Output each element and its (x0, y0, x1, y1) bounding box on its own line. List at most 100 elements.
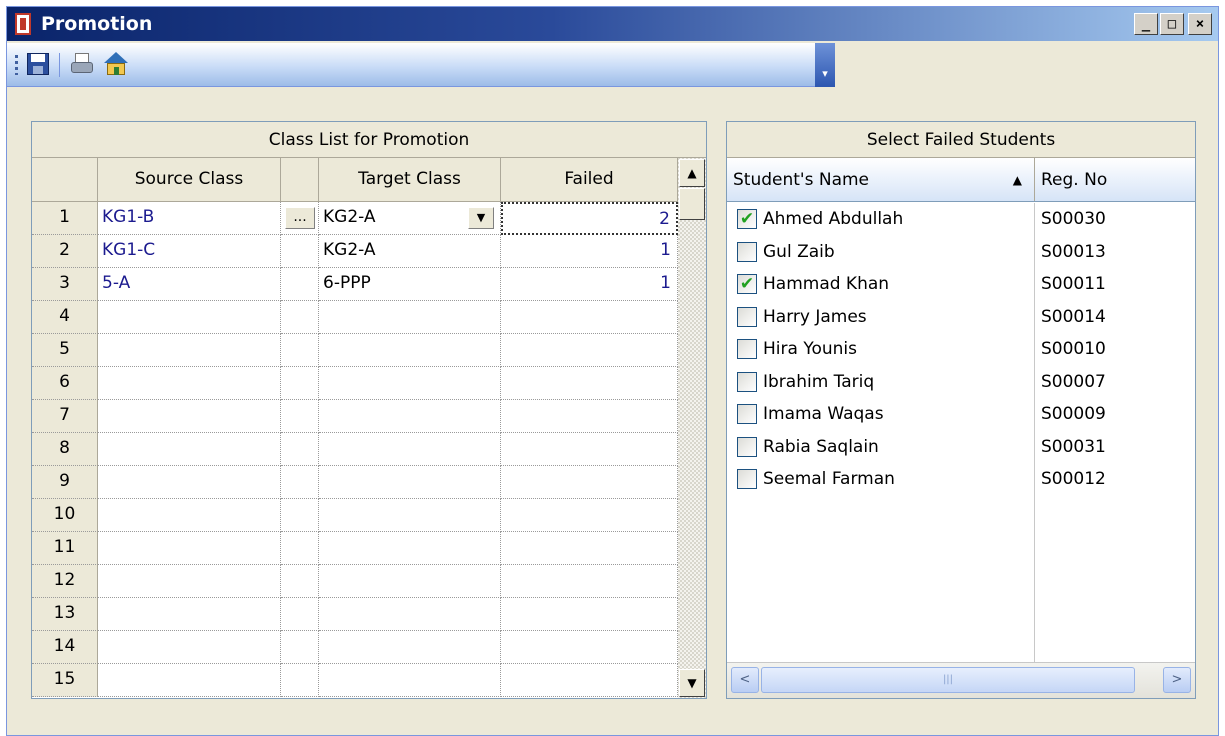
source-class-cell[interactable] (98, 400, 281, 433)
row-number[interactable]: 11 (32, 532, 98, 565)
source-class-cell[interactable] (98, 598, 281, 631)
failed-count-cell[interactable] (501, 631, 678, 664)
list-item[interactable]: Harry James S00014 (727, 300, 1195, 334)
student-name-cell[interactable]: Ibrahim Tariq (727, 365, 1035, 398)
student-name-cell[interactable]: Imama Waqas (727, 398, 1035, 431)
failed-count-cell[interactable] (501, 367, 678, 400)
table-row[interactable]: 7 (32, 400, 678, 433)
target-class-cell[interactable]: 6-PPP (319, 268, 501, 301)
source-class-cell[interactable] (98, 664, 281, 697)
ellipsis-cell[interactable] (281, 334, 319, 367)
save-button[interactable] (25, 51, 51, 77)
student-name-cell[interactable]: Hira Younis (727, 333, 1035, 366)
source-class-cell[interactable] (98, 301, 281, 334)
failed-count-cell[interactable] (501, 334, 678, 367)
failed-count-cell[interactable]: 1 (501, 235, 678, 268)
failed-count-cell[interactable] (501, 433, 678, 466)
title-bar[interactable]: Promotion _ □ × (7, 7, 1218, 41)
table-row[interactable]: 3 5-A 6-PPP 1 (32, 268, 678, 301)
list-item[interactable]: Rabia Saqlain S00031 (727, 430, 1195, 463)
student-name-cell[interactable]: Rabia Saqlain (727, 430, 1035, 463)
reg-no-cell[interactable]: S00009 (1035, 398, 1195, 431)
column-header-source-class[interactable]: Source Class (98, 158, 281, 202)
reg-no-cell[interactable]: S00007 (1035, 366, 1195, 399)
student-name-cell[interactable]: ✔ Ahmed Abdullah (727, 203, 1035, 236)
minimize-button[interactable]: _ (1134, 13, 1158, 35)
failed-count-cell[interactable] (501, 664, 678, 697)
ellipsis-cell[interactable] (281, 466, 319, 499)
source-class-cell[interactable] (98, 433, 281, 466)
print-button[interactable] (69, 51, 95, 77)
reg-no-cell[interactable]: S00010 (1035, 333, 1195, 366)
ellipsis-cell[interactable] (281, 499, 319, 532)
ellipsis-cell[interactable] (281, 664, 319, 697)
source-class-cell[interactable]: KG1-C (98, 235, 281, 268)
source-class-cell[interactable] (98, 466, 281, 499)
reg-no-cell[interactable]: S00012 (1035, 463, 1195, 496)
list-item[interactable]: Seemal Farman S00012 (727, 463, 1195, 496)
scroll-up-button[interactable]: ▲ (679, 159, 705, 187)
select-checkbox[interactable] (737, 371, 757, 392)
target-class-cell[interactable] (319, 433, 501, 466)
select-checkbox[interactable]: ✔ (737, 274, 757, 294)
reg-no-cell[interactable]: S00014 (1035, 301, 1195, 334)
target-class-cell[interactable]: KG2-A ▼ (319, 202, 501, 235)
target-class-cell[interactable] (319, 367, 501, 400)
column-header-reg-no[interactable]: Reg. No (1035, 158, 1195, 201)
source-class-cell[interactable] (98, 631, 281, 664)
column-header-student-name[interactable]: Student's Name ▲ (727, 158, 1035, 201)
source-class-cell[interactable] (98, 334, 281, 367)
row-number[interactable]: 9 (32, 466, 98, 499)
row-number[interactable]: 3 (32, 268, 98, 301)
student-name-cell[interactable]: ✔ Hammad Khan (727, 268, 1035, 301)
toolbar-grip[interactable] (15, 55, 18, 75)
failed-count-cell[interactable] (501, 598, 678, 631)
target-class-cell[interactable] (319, 334, 501, 367)
target-class-cell[interactable] (319, 400, 501, 433)
table-row[interactable]: 6 (32, 367, 678, 400)
student-name-cell[interactable]: Seemal Farman (727, 463, 1035, 496)
failed-count-cell[interactable] (501, 565, 678, 598)
table-row[interactable]: 8 (32, 433, 678, 466)
list-item[interactable]: Gul Zaib S00013 (727, 235, 1195, 268)
ellipsis-cell[interactable] (281, 598, 319, 631)
target-class-cell[interactable]: KG2-A (319, 235, 501, 268)
column-header-failed[interactable]: Failed (501, 158, 678, 202)
ellipsis-cell[interactable] (281, 532, 319, 565)
row-number[interactable]: 15 (32, 664, 98, 697)
row-number[interactable]: 7 (32, 400, 98, 433)
table-row[interactable]: 10 (32, 499, 678, 532)
target-class-cell[interactable] (319, 598, 501, 631)
list-item[interactable]: Imama Waqas S00009 (727, 398, 1195, 431)
target-class-dropdown-arrow[interactable]: ▼ (468, 207, 494, 229)
close-button[interactable]: × (1188, 13, 1212, 35)
source-class-cell[interactable] (98, 565, 281, 598)
select-checkbox[interactable] (737, 241, 757, 262)
table-row[interactable]: 12 (32, 565, 678, 598)
column-header-target-class[interactable]: Target Class (319, 158, 501, 202)
select-checkbox[interactable] (737, 339, 757, 359)
row-number[interactable]: 12 (32, 565, 98, 598)
ellipsis-cell[interactable] (281, 565, 319, 598)
student-name-cell[interactable]: Harry James (727, 300, 1035, 333)
row-number[interactable]: 13 (32, 598, 98, 631)
row-number[interactable]: 5 (32, 334, 98, 367)
failed-count-cell[interactable] (501, 400, 678, 433)
student-list-horizontal-scrollbar[interactable]: < ||| > (727, 662, 1195, 698)
table-row[interactable]: 2 KG1-C KG2-A 1 (32, 235, 678, 268)
source-class-cell[interactable]: 5-A (98, 268, 281, 301)
select-checkbox[interactable] (737, 404, 757, 424)
ellipsis-cell[interactable] (281, 367, 319, 400)
ellipsis-cell[interactable]: ... (281, 202, 319, 235)
list-item[interactable]: Hira Younis S00010 (727, 333, 1195, 366)
row-number[interactable]: 8 (32, 433, 98, 466)
student-name-cell[interactable]: Gul Zaib (727, 235, 1035, 268)
select-checkbox[interactable] (737, 306, 757, 327)
table-row[interactable]: 13 (32, 598, 678, 631)
table-row[interactable]: 11 (32, 532, 678, 565)
source-class-cell[interactable] (98, 532, 281, 565)
failed-count-cell[interactable]: 1 (501, 268, 678, 301)
failed-count-cell[interactable]: 2 (501, 202, 678, 235)
source-class-cell[interactable]: KG1-B (98, 202, 281, 235)
source-class-cell[interactable] (98, 499, 281, 532)
